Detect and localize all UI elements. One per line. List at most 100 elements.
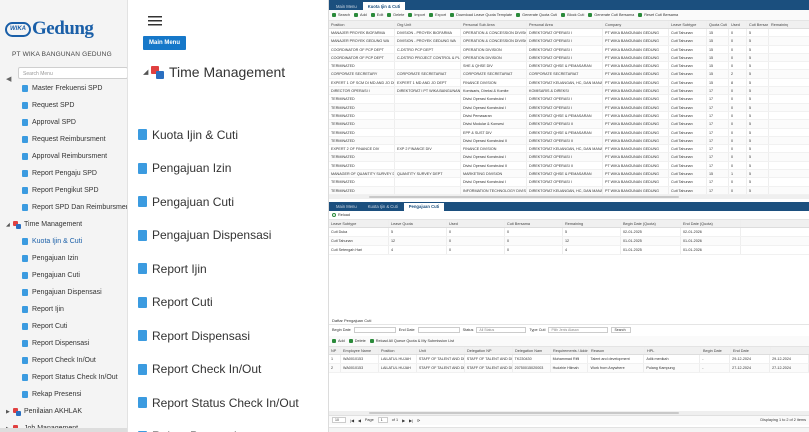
table-row[interactable]: 1 WA0010153 LAILATUL HUJAH STAFF OF TALENT … xyxy=(329,354,809,364)
menu-item[interactable]: Pengajuan Dispensasi xyxy=(138,219,326,253)
time-management-header[interactable]: ◢ Time Management xyxy=(143,64,285,80)
sidebar-search-input[interactable]: Search Menu xyxy=(18,67,127,79)
menu-item[interactable]: Report Ijin xyxy=(138,252,326,286)
table-row[interactable]: Cuti Tahunan 12 0 0 12 01-01-2025 01-01-2026 xyxy=(329,236,809,246)
toolbar-button[interactable]: Generate Quota Cuti xyxy=(516,13,557,17)
column-header[interactable]: Personal Sub Area xyxy=(461,21,527,28)
last-page-icon[interactable]: ▶| xyxy=(409,418,413,423)
sidebar-item[interactable]: Report Check In/Out xyxy=(0,352,127,369)
table-row[interactable]: DIRECTOR OPERASI I DIREKTORAT I PT WIKA B… xyxy=(329,87,809,96)
next-page-icon[interactable]: ▶ xyxy=(402,418,405,423)
column-header[interactable]: Position xyxy=(379,346,417,354)
column-header[interactable]: Quota Cuti xyxy=(707,21,729,28)
table-row[interactable]: TERMINATED Divisi Operasi Konstruksi II DI… xyxy=(329,136,809,146)
main-menu-button[interactable]: Main Menu xyxy=(143,36,186,50)
sidebar-item[interactable]: Report Cuti xyxy=(0,318,127,335)
quota-grid-scrollbar[interactable] xyxy=(329,194,809,199)
table-row[interactable]: 2 WA0010153 LAILATUL HUJAH STAFF OF TALENT … xyxy=(329,363,809,373)
refresh-icon[interactable]: ⟳ xyxy=(417,418,420,423)
column-header[interactable]: Begin Date (Quota) xyxy=(621,219,681,227)
column-header[interactable]: Requirements / Address xyxy=(551,346,589,354)
column-header[interactable]: End Date (Quota) xyxy=(681,219,741,227)
tab[interactable]: Pengajuan Cuti xyxy=(403,202,445,211)
table-row[interactable]: TERMINATED Divisi Modular & Konsesi DIREKT… xyxy=(329,120,809,129)
hamburger-menu-icon[interactable] xyxy=(148,16,162,26)
toolbar-button[interactable]: Search xyxy=(332,13,350,17)
menu-item[interactable]: Rekap Presensi xyxy=(138,420,326,432)
table-row[interactable]: Cuti Duka 5 0 0 5 02-01-2025 02-01-2026 xyxy=(329,227,809,237)
sidebar-item[interactable]: ◢ Time Management xyxy=(0,216,127,233)
column-header[interactable]: NP xyxy=(329,346,341,354)
tab[interactable]: Kuota Ijin & Cuti xyxy=(362,2,406,10)
sidebar-item[interactable]: Report Dispensasi xyxy=(0,335,127,352)
reload-button[interactable]: Reload xyxy=(338,213,350,217)
toolbar-button[interactable]: Delete xyxy=(387,13,404,17)
tab[interactable]: Kuota Ijin & Cuti xyxy=(363,203,403,211)
menu-item[interactable]: Report Check In/Out xyxy=(138,353,326,387)
page-input[interactable]: 1 xyxy=(377,417,388,424)
search-button[interactable]: Search xyxy=(611,327,632,334)
sidebar-item[interactable]: Approval SPD xyxy=(0,114,127,131)
sidebar-item[interactable]: Pengajuan Izin xyxy=(0,250,127,267)
tab[interactable]: Main Menu xyxy=(331,203,362,211)
reload-icon[interactable] xyxy=(332,212,336,217)
prev-page-icon[interactable]: ◀ xyxy=(358,418,361,423)
sidebar-item[interactable]: Report SPD Dan Reimbursment xyxy=(0,199,127,216)
sidebar-item[interactable]: Request Reimbursment xyxy=(0,131,127,148)
table-row[interactable]: MANAJER PROYEK BIOFARMA DIVISION - PROYEK… xyxy=(329,29,809,38)
column-header[interactable]: Delegation NP xyxy=(465,346,513,354)
menu-item[interactable]: Pengajuan Izin xyxy=(138,152,326,186)
table-row[interactable]: MANAJER PROYEK GEDUNG WA DIVISION - PROYE… xyxy=(329,37,809,46)
toolbar-button[interactable]: Reload All Queue Quota & My Submission L… xyxy=(369,338,454,343)
column-header[interactable]: Reason xyxy=(589,346,645,354)
table-row[interactable]: COORDINATOR OF PCP DEPT C-DSTRO PCP DEPT O… xyxy=(329,45,809,54)
toolbar-button[interactable]: Add xyxy=(332,338,345,343)
column-header[interactable]: Employee Name xyxy=(341,346,379,354)
sidebar-item[interactable]: Report Pengikut SPD xyxy=(0,182,127,199)
toolbar-button[interactable]: Import xyxy=(408,13,425,17)
toolbar-button[interactable]: Download Leave Quota Template xyxy=(450,13,512,17)
sidebar-scrollbar[interactable] xyxy=(0,428,127,432)
table-row[interactable]: TERMINATED INFORMATION TECHNOLOGY DIVISIO… xyxy=(329,186,809,195)
sidebar-item[interactable]: Pengajuan Cuti xyxy=(0,267,127,284)
app-logo[interactable]: WIKA Gedung xyxy=(5,18,94,40)
menu-item[interactable]: Report Cuti xyxy=(138,286,326,320)
sidebar-item[interactable]: Report Ijin xyxy=(0,301,127,318)
status-select[interactable]: All Status xyxy=(476,327,527,334)
begin-date-input[interactable] xyxy=(353,327,396,334)
column-header[interactable]: Used xyxy=(729,21,747,28)
toolbar-button[interactable]: Export xyxy=(429,13,446,17)
column-header[interactable]: Remaining xyxy=(563,219,621,227)
column-header[interactable]: End Date xyxy=(731,346,771,354)
column-header[interactable]: HPL xyxy=(645,346,701,354)
table-row[interactable]: COORDINATOR OF PCP DEPT C-DSTRO PROJECT C… xyxy=(329,53,809,63)
menu-item[interactable]: Report Dispensasi xyxy=(138,319,326,353)
sidebar-item[interactable]: Report Status Check In/Out xyxy=(0,369,127,386)
table-row[interactable]: EXPERT 1 OF SCM DI MD AND JO DEPT EXPERT … xyxy=(329,78,809,88)
column-header[interactable]: Personal Area xyxy=(527,21,603,28)
submission-grid-scrollbar[interactable] xyxy=(329,410,809,415)
column-header[interactable]: Cuti Bersama xyxy=(505,219,563,227)
sidebar-item[interactable]: Pengajuan Dispensasi xyxy=(0,284,127,301)
table-row[interactable]: MANAGER OF QUANTITY SURVEY DEPTQUANTITY … xyxy=(329,170,809,179)
sidebar-item[interactable]: Report Pengaju SPD xyxy=(0,165,127,182)
end-date-input[interactable] xyxy=(417,327,460,334)
sidebar-item[interactable]: Approval Reimbursment xyxy=(0,148,127,165)
toolbar-button[interactable]: Edit xyxy=(370,13,383,17)
column-header[interactable]: Leave Subtype xyxy=(329,219,389,227)
table-row[interactable]: TERMINATED Divisi Pemasaran DIREKTORAT QHS… xyxy=(329,111,809,121)
table-row[interactable]: TERMINATED Divisi Operasi Konstruksi I DIR… xyxy=(329,178,809,187)
column-header[interactable]: Leave Subtype xyxy=(669,21,707,28)
table-row[interactable]: TERMINATED SHE & QHSE DIV DIREKTORAT QHSE … xyxy=(329,62,809,71)
table-row[interactable]: TERMINATED Divisi Operasi Konstruksi I DIR… xyxy=(329,103,809,112)
table-row[interactable]: Cuti Setengah Hari 4 0 0 4 01-01-2025 01-01-20… xyxy=(329,245,809,255)
page-size-select[interactable]: 10 xyxy=(332,417,346,424)
toolbar-button[interactable]: Delete xyxy=(348,338,366,343)
column-header[interactable]: Begin Date xyxy=(701,346,731,354)
table-row[interactable]: TERMINATED Divisi Operasi Konstruksi II DI… xyxy=(329,161,809,171)
menu-item[interactable]: Pengajuan Cuti xyxy=(138,185,326,219)
sidebar-item[interactable]: Request SPD xyxy=(0,97,127,114)
column-header[interactable]: Used xyxy=(447,219,505,227)
column-header[interactable]: Delegation Nam xyxy=(513,346,551,354)
sidebar-item[interactable]: Master Frekuensi SPD xyxy=(0,80,127,97)
